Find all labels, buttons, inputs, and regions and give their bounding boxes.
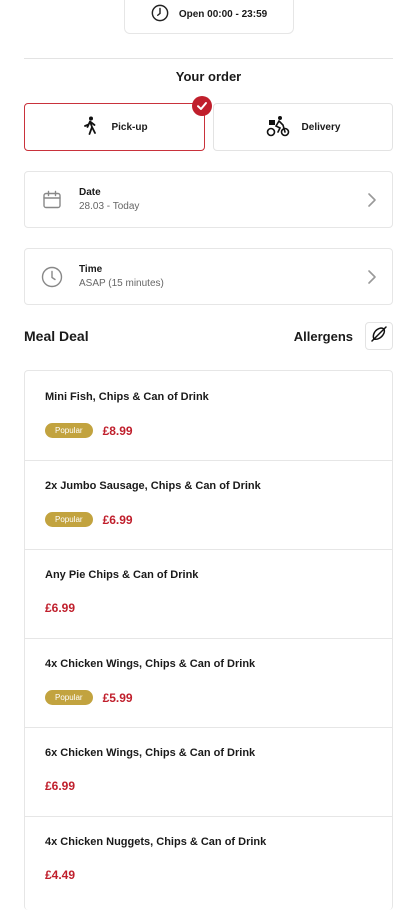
date-selector[interactable]: Date 28.03 - Today	[24, 171, 393, 228]
allergens-label[interactable]: Allergens	[294, 329, 353, 344]
delivery-label: Delivery	[301, 121, 341, 133]
menu-item[interactable]: Mini Fish, Chips & Can of Drink Popular …	[25, 371, 392, 461]
divider	[24, 58, 393, 59]
calendar-icon	[25, 190, 79, 210]
allergen-icon	[370, 325, 388, 348]
menu-item[interactable]: 4x Chicken Nuggets, Chips & Can of Drink…	[25, 816, 392, 905]
menu-item-price: £8.99	[102, 423, 133, 438]
delivery-option-button[interactable]: Delivery	[213, 103, 393, 151]
allergens-button[interactable]	[365, 322, 393, 350]
menu-item-name: Any Pie Chips & Can of Drink	[45, 569, 199, 581]
menu-category-header: Meal Deal Allergens	[24, 320, 393, 352]
time-selector[interactable]: Time ASAP (15 minutes)	[24, 248, 393, 305]
menu-item-name: 4x Chicken Wings, Chips & Can of Drink	[45, 658, 256, 670]
opening-hours-pill: Open 00:00 - 23:59	[124, 0, 294, 34]
menu-item-name: 6x Chicken Wings, Chips & Can of Drink	[45, 747, 256, 759]
selected-check-icon	[192, 96, 212, 116]
menu-item[interactable]: 2x Jumbo Sausage, Chips & Can of Drink P…	[25, 460, 392, 550]
clock-icon	[151, 4, 169, 25]
date-label: Date	[79, 187, 101, 198]
menu-item-name: Mini Fish, Chips & Can of Drink	[45, 391, 209, 403]
menu-item-name: 4x Chicken Nuggets, Chips & Can of Drink	[45, 836, 267, 848]
category-title: Meal Deal	[24, 328, 89, 344]
menu-item-price: £6.99	[102, 512, 133, 527]
bicycle-courier-icon	[266, 115, 290, 140]
opening-hours-text: Open 00:00 - 23:59	[178, 8, 268, 20]
menu-item-price: £6.99	[45, 601, 76, 615]
chevron-right-icon	[352, 192, 392, 208]
menu-item-price: £4.49	[45, 868, 76, 882]
menu-item[interactable]: 6x Chicken Wings, Chips & Can of Drink £…	[25, 727, 392, 817]
menu-item[interactable]: Any Pie Chips & Can of Drink £6.99	[25, 549, 392, 639]
menu-item-price: £6.99	[45, 779, 76, 793]
menu-item-name: 2x Jumbo Sausage, Chips & Can of Drink	[45, 480, 261, 492]
popular-badge: Popular	[45, 512, 93, 527]
time-label: Time	[79, 264, 103, 275]
date-value: 28.03 - Today	[79, 201, 140, 212]
pickup-label: Pick-up	[111, 121, 148, 133]
time-value: ASAP (15 minutes)	[79, 278, 164, 289]
clock-icon	[25, 266, 79, 288]
your-order-title: Your order	[175, 69, 242, 84]
menu-item[interactable]: 4x Chicken Wings, Chips & Can of Drink P…	[25, 638, 392, 728]
walking-person-icon	[81, 116, 99, 139]
pickup-option-button[interactable]: Pick-up	[24, 96, 212, 151]
menu-item-list: Mini Fish, Chips & Can of Drink Popular …	[24, 370, 393, 910]
chevron-right-icon	[352, 269, 392, 285]
menu-item-price: £5.99	[102, 690, 133, 705]
popular-badge: Popular	[45, 690, 93, 705]
popular-badge: Popular	[45, 423, 93, 438]
